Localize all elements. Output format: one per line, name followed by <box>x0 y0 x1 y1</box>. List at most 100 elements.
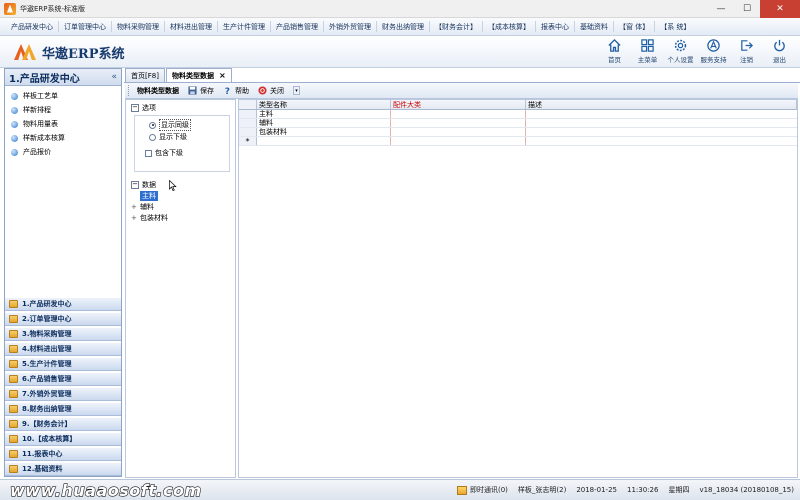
close-form-button[interactable]: 关闭 <box>258 86 284 96</box>
message-icon <box>456 485 467 495</box>
exit-button[interactable]: 退出 <box>763 38 796 64</box>
table-cell[interactable] <box>526 110 797 118</box>
folder-icon <box>9 420 18 428</box>
toolbar-overflow-dropdown[interactable]: ▾ <box>293 86 300 95</box>
module-item[interactable]: 7.外销外贸管理 <box>5 387 121 401</box>
show-lower-level-radio[interactable]: 显示下级 <box>135 131 229 143</box>
collapse-panel-icon[interactable]: « <box>111 72 117 82</box>
module-item[interactable]: 6.产品销售管理 <box>5 372 121 386</box>
menu-item[interactable]: 物料采购管理 <box>112 22 164 32</box>
menu-item[interactable]: 产品销售管理 <box>271 22 323 32</box>
module-item[interactable]: 2.订单管理中心 <box>5 312 121 326</box>
close-circle-icon <box>258 86 267 95</box>
status-date: 2018-01-25 <box>576 486 617 494</box>
table-cell[interactable]: 包装材料 <box>257 128 391 136</box>
mouse-cursor-icon <box>169 180 177 191</box>
tree-node[interactable]: + 辅料 <box>126 201 235 212</box>
submodule-item[interactable]: 产品报价 <box>5 145 121 159</box>
module-item[interactable]: 4.材料进出管理 <box>5 342 121 356</box>
module-item[interactable]: 3.物料采购管理 <box>5 327 121 341</box>
submodule-item[interactable]: 样新排程 <box>5 103 121 117</box>
expand-icon[interactable]: + <box>131 214 138 222</box>
table-cell[interactable] <box>526 119 797 127</box>
table-cell[interactable] <box>391 119 526 127</box>
minimize-button[interactable]: — <box>708 0 734 18</box>
menu-item[interactable]: 【窗 体】 <box>614 22 654 32</box>
show-same-level-radio[interactable]: 显示同级 <box>135 119 229 131</box>
module-item[interactable]: 5.生产计件管理 <box>5 357 121 371</box>
service-support-button[interactable]: 服务支持 <box>697 38 730 64</box>
table-cell[interactable] <box>391 128 526 136</box>
tab-home[interactable]: 首页[F8] <box>125 68 165 82</box>
menu-item[interactable]: 财务出纳管理 <box>377 22 429 32</box>
personal-settings-button[interactable]: 个人设置 <box>664 38 697 64</box>
menu-item[interactable]: 订单管理中心 <box>59 22 111 32</box>
table-cell[interactable] <box>391 110 526 118</box>
power-icon <box>774 39 785 52</box>
submodule-item[interactable]: 物料用量表 <box>5 117 121 131</box>
home-button[interactable]: 首页 <box>598 38 631 64</box>
options-section-header[interactable]: − 选项 <box>126 102 235 113</box>
module-item[interactable]: 9.【财务会计】 <box>5 417 121 431</box>
folder-icon <box>9 330 18 338</box>
menu-item[interactable]: 外销外贸管理 <box>324 22 376 32</box>
table-row[interactable]: 包装材料 <box>239 128 797 137</box>
column-header-part-category[interactable]: 配件大类 <box>391 100 526 109</box>
row-indicator[interactable] <box>239 128 257 136</box>
row-indicator[interactable] <box>239 119 257 127</box>
tree-node[interactable]: + 包装材料 <box>126 212 235 223</box>
module-item[interactable]: 10.【成本核算】 <box>5 432 121 446</box>
module-item[interactable]: 8.财务出纳管理 <box>5 402 121 416</box>
app-header: 华遨ERP系统 首页 主菜单 个人设置 服务支持 注销 退出 <box>0 36 800 68</box>
close-window-button[interactable]: ✕ <box>760 0 800 18</box>
submodule-item[interactable]: 样新成本核算 <box>5 131 121 145</box>
menu-item[interactable]: 生产计件管理 <box>218 22 270 32</box>
tab-material-type-data[interactable]: 物料类型数据 × <box>165 68 232 82</box>
menu-bar: 产品研发中心 订单管理中心 物料采购管理 材料进出管理 生产计件管理 产品销售管理 外销外贸… <box>0 18 800 36</box>
table-cell[interactable] <box>526 128 797 136</box>
expand-icon[interactable]: + <box>131 203 138 211</box>
data-section-header[interactable]: − 数据 <box>126 179 235 190</box>
menu-item[interactable]: 【成本核算】 <box>483 22 535 32</box>
menu-item[interactable]: 【系 统】 <box>655 22 695 32</box>
logout-icon <box>741 40 753 51</box>
menu-item[interactable]: 产品研发中心 <box>6 22 58 32</box>
table-cell[interactable]: 辅料 <box>257 119 391 127</box>
menu-item[interactable]: 【财务会计】 <box>430 22 482 32</box>
table-row[interactable]: 主料 <box>239 110 797 119</box>
maximize-button[interactable]: ☐ <box>734 0 760 18</box>
module-item[interactable]: 11.报表中心 <box>5 447 121 461</box>
close-tab-icon[interactable]: × <box>219 71 226 80</box>
table-cell[interactable] <box>391 137 526 145</box>
help-button[interactable]: ? 帮助 <box>223 86 249 96</box>
table-cell[interactable] <box>526 137 797 145</box>
module-item[interactable]: 12.基础资料 <box>5 462 121 476</box>
row-indicator[interactable] <box>239 110 257 118</box>
save-button[interactable]: 保存 <box>188 86 214 96</box>
include-lower-checkbox[interactable]: 包含下级 <box>135 147 229 159</box>
submodule-item[interactable]: 样板工艺单 <box>5 89 121 103</box>
filter-panel: − 选项 显示同级 显示下级 包含下级 − 数据 主料 + 辅料 + 包装材料 <box>125 99 236 478</box>
collapse-section-icon[interactable]: − <box>131 103 139 112</box>
column-header-description[interactable]: 描述 <box>526 100 797 109</box>
main-menu-button[interactable]: 主菜单 <box>631 38 664 64</box>
app-icon <box>4 2 16 15</box>
menu-item[interactable]: 报表中心 <box>536 22 574 32</box>
folder-icon <box>9 345 18 353</box>
bullet-icon <box>11 92 18 100</box>
collapse-section-icon[interactable]: − <box>131 180 139 189</box>
submodule-list: 样板工艺单 样新排程 物料用量表 样新成本核算 产品报价 <box>5 86 121 159</box>
table-cell[interactable]: 主料 <box>257 110 391 118</box>
new-row[interactable]: * <box>239 137 797 146</box>
tree-node[interactable]: 主料 <box>126 190 235 201</box>
instant-message-link[interactable]: 即时通讯(0) <box>470 485 508 495</box>
header-actions: 首页 主菜单 个人设置 服务支持 注销 退出 <box>598 38 796 64</box>
table-row[interactable]: 辅料 <box>239 119 797 128</box>
menu-item[interactable]: 材料进出管理 <box>165 22 217 32</box>
module-item[interactable]: 1.产品研发中心 <box>5 297 121 311</box>
status-time: 11:30:26 <box>627 486 659 494</box>
menu-item[interactable]: 基础资料 <box>575 22 613 32</box>
column-header-type-name[interactable]: 类型名称 <box>257 100 391 109</box>
table-cell[interactable] <box>257 137 391 145</box>
logout-button[interactable]: 注销 <box>730 38 763 64</box>
